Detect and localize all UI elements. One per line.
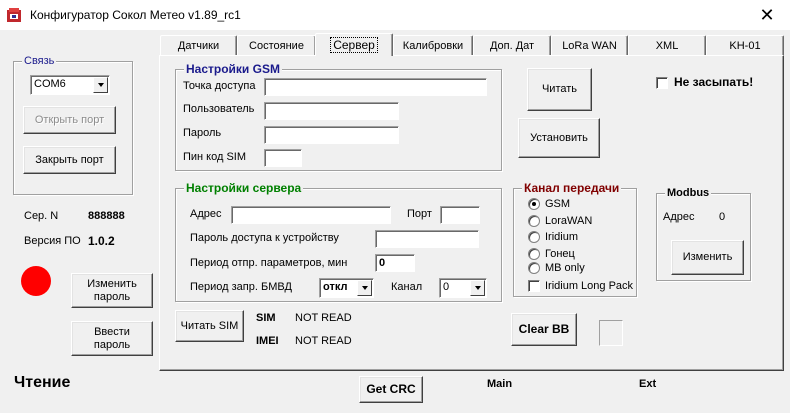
radio-mb-only[interactable]: [528, 262, 540, 274]
imei-label: IMEI: [256, 335, 279, 347]
status-box: [599, 320, 623, 346]
radio-lorawan-label: LoraWAN: [545, 215, 593, 227]
send-period-input[interactable]: 0: [375, 254, 415, 272]
tab-xml[interactable]: XML: [628, 35, 706, 55]
version-value: 1.0.2: [88, 234, 115, 248]
app-icon: [7, 8, 21, 22]
modbus-label: Modbus: [665, 186, 712, 200]
close-port-button[interactable]: Закрыть порт: [23, 146, 116, 174]
bmvd-period-label: Период запр. БМВД: [190, 281, 292, 293]
channel-label: Канал: [391, 281, 423, 293]
main-label: Main: [487, 378, 513, 390]
get-crc-button[interactable]: Get CRC: [359, 376, 423, 403]
radio-gsm[interactable]: [528, 198, 540, 210]
enter-password-button[interactable]: Ввести пароль: [71, 321, 153, 356]
radio-gonets[interactable]: [528, 248, 540, 260]
title-bar: Конфигуратор Сокол Метео v1.89_rc1 ✕: [0, 0, 790, 30]
modbus-address-value: 0: [719, 211, 726, 223]
iridium-long-pack-label: Iridium Long Pack: [545, 280, 634, 292]
radio-mb-only-label: MB only: [545, 262, 585, 274]
serial-value: 888888: [88, 210, 125, 222]
status-text: Чтение: [14, 374, 71, 391]
radio-gsm-label: GSM: [545, 198, 571, 210]
tab-calibration[interactable]: Калибровки: [393, 35, 473, 55]
window-title: Конфигуратор Сокол Метео v1.89_rc1: [30, 8, 241, 22]
access-point-label: Точка доступа: [183, 80, 256, 92]
transmission-channel-label: Канал передачи: [522, 181, 622, 195]
pin-label: Пин код SIM: [183, 151, 247, 163]
chevron-down-icon[interactable]: [357, 280, 372, 296]
user-label: Пользователь: [183, 103, 255, 115]
no-sleep-checkbox[interactable]: [656, 77, 668, 89]
port-select-value: COM6: [34, 78, 66, 90]
tab-sensors[interactable]: Датчики: [160, 35, 237, 55]
iridium-long-pack-checkbox[interactable]: [528, 280, 540, 292]
send-period-label: Период отпр. параметров, мин: [190, 257, 348, 269]
password-input[interactable]: [264, 126, 399, 144]
port-select[interactable]: COM6: [30, 75, 110, 95]
server-address-input[interactable]: [231, 206, 391, 224]
clear-bb-button[interactable]: Clear BB: [511, 313, 577, 346]
version-label: Версия ПО: [24, 235, 81, 247]
tab-status[interactable]: Состояние: [237, 35, 316, 55]
radio-gonets-label: Гонец: [545, 248, 575, 260]
tab-extra-sensors[interactable]: Доп. Дат: [473, 35, 551, 55]
open-port-button[interactable]: Открыть порт: [23, 106, 116, 134]
modbus-address-label: Адрес: [663, 211, 695, 223]
channel-value: 0: [443, 281, 450, 293]
read-button[interactable]: Читать: [527, 68, 592, 111]
server-settings-label: Настройки сервера: [184, 181, 304, 195]
radio-iridium-label: Iridium: [545, 231, 579, 243]
server-address-label: Адрес: [190, 208, 222, 220]
no-sleep-label: Не засыпать!: [674, 75, 754, 89]
change-password-button[interactable]: Изменить пароль: [71, 273, 153, 308]
bmvd-period-value: откл: [323, 281, 348, 293]
read-sim-button[interactable]: Читать SIM: [175, 310, 244, 342]
device-password-input[interactable]: [375, 230, 479, 248]
sim-label: SIM: [256, 312, 276, 324]
access-point-input[interactable]: [264, 78, 487, 96]
radio-lorawan[interactable]: [528, 215, 540, 227]
tab-lorawan[interactable]: LoRa WAN: [551, 35, 628, 55]
password-label: Пароль: [183, 127, 222, 139]
sim-value: NOT READ: [295, 312, 352, 324]
bmvd-period-select[interactable]: откл: [319, 278, 374, 298]
gsm-settings-label: Настройки GSM: [184, 62, 282, 76]
chevron-down-icon[interactable]: [470, 280, 485, 296]
server-port-label: Порт: [407, 208, 432, 220]
set-button[interactable]: Установить: [518, 118, 600, 158]
pin-input[interactable]: [264, 149, 302, 167]
modbus-change-button[interactable]: Изменить: [671, 240, 744, 275]
status-indicator: [21, 266, 51, 296]
tab-server[interactable]: Сервер: [315, 33, 393, 56]
imei-value: NOT READ: [295, 335, 352, 347]
radio-iridium[interactable]: [528, 231, 540, 243]
ext-label: Ext: [639, 378, 657, 390]
close-button[interactable]: ✕: [744, 0, 790, 30]
device-password-label: Пароль доступа к устройству: [190, 232, 339, 244]
server-port-input[interactable]: [440, 206, 480, 224]
tab-kh01[interactable]: KH-01: [706, 35, 784, 55]
user-input[interactable]: [264, 102, 399, 120]
channel-select[interactable]: 0: [439, 278, 487, 298]
chevron-down-icon[interactable]: [93, 77, 108, 93]
connection-group-label: Связь: [22, 54, 57, 68]
serial-label: Сер. N: [24, 210, 59, 222]
